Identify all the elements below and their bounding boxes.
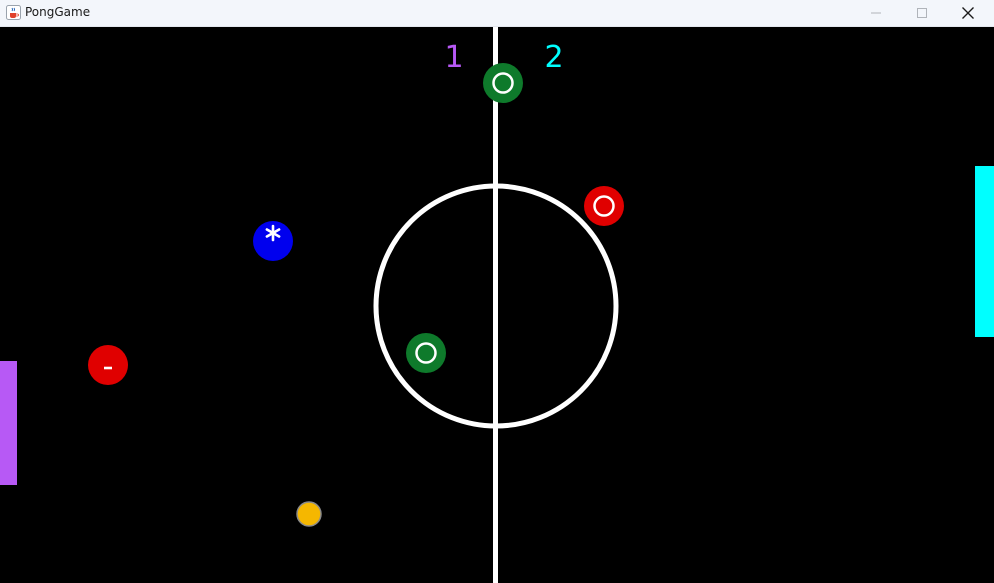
player2-paddle <box>975 166 994 337</box>
java-coffee-cup-icon <box>6 5 21 20</box>
maximize-button[interactable] <box>899 0 945 26</box>
player2-score: 2 <box>544 40 563 75</box>
minimize-button[interactable] <box>853 0 899 26</box>
title-bar[interactable]: PongGame <box>0 0 994 27</box>
close-icon <box>962 7 974 19</box>
powerup-green-top <box>483 63 523 103</box>
powerup-red-minus <box>88 345 128 385</box>
powerup-green-center <box>406 333 446 373</box>
game-window: PongGame 1 2 <box>0 0 994 583</box>
window-title: PongGame <box>25 5 91 19</box>
powerup-blue-star <box>253 221 293 261</box>
minimize-icon <box>871 12 881 14</box>
maximize-icon <box>917 8 927 18</box>
powerup-red-right <box>584 186 624 226</box>
ball <box>296 501 322 527</box>
game-court[interactable]: 1 2 <box>0 27 994 583</box>
player1-paddle <box>0 361 17 485</box>
player1-score: 1 <box>444 40 463 75</box>
close-button[interactable] <box>945 0 991 26</box>
